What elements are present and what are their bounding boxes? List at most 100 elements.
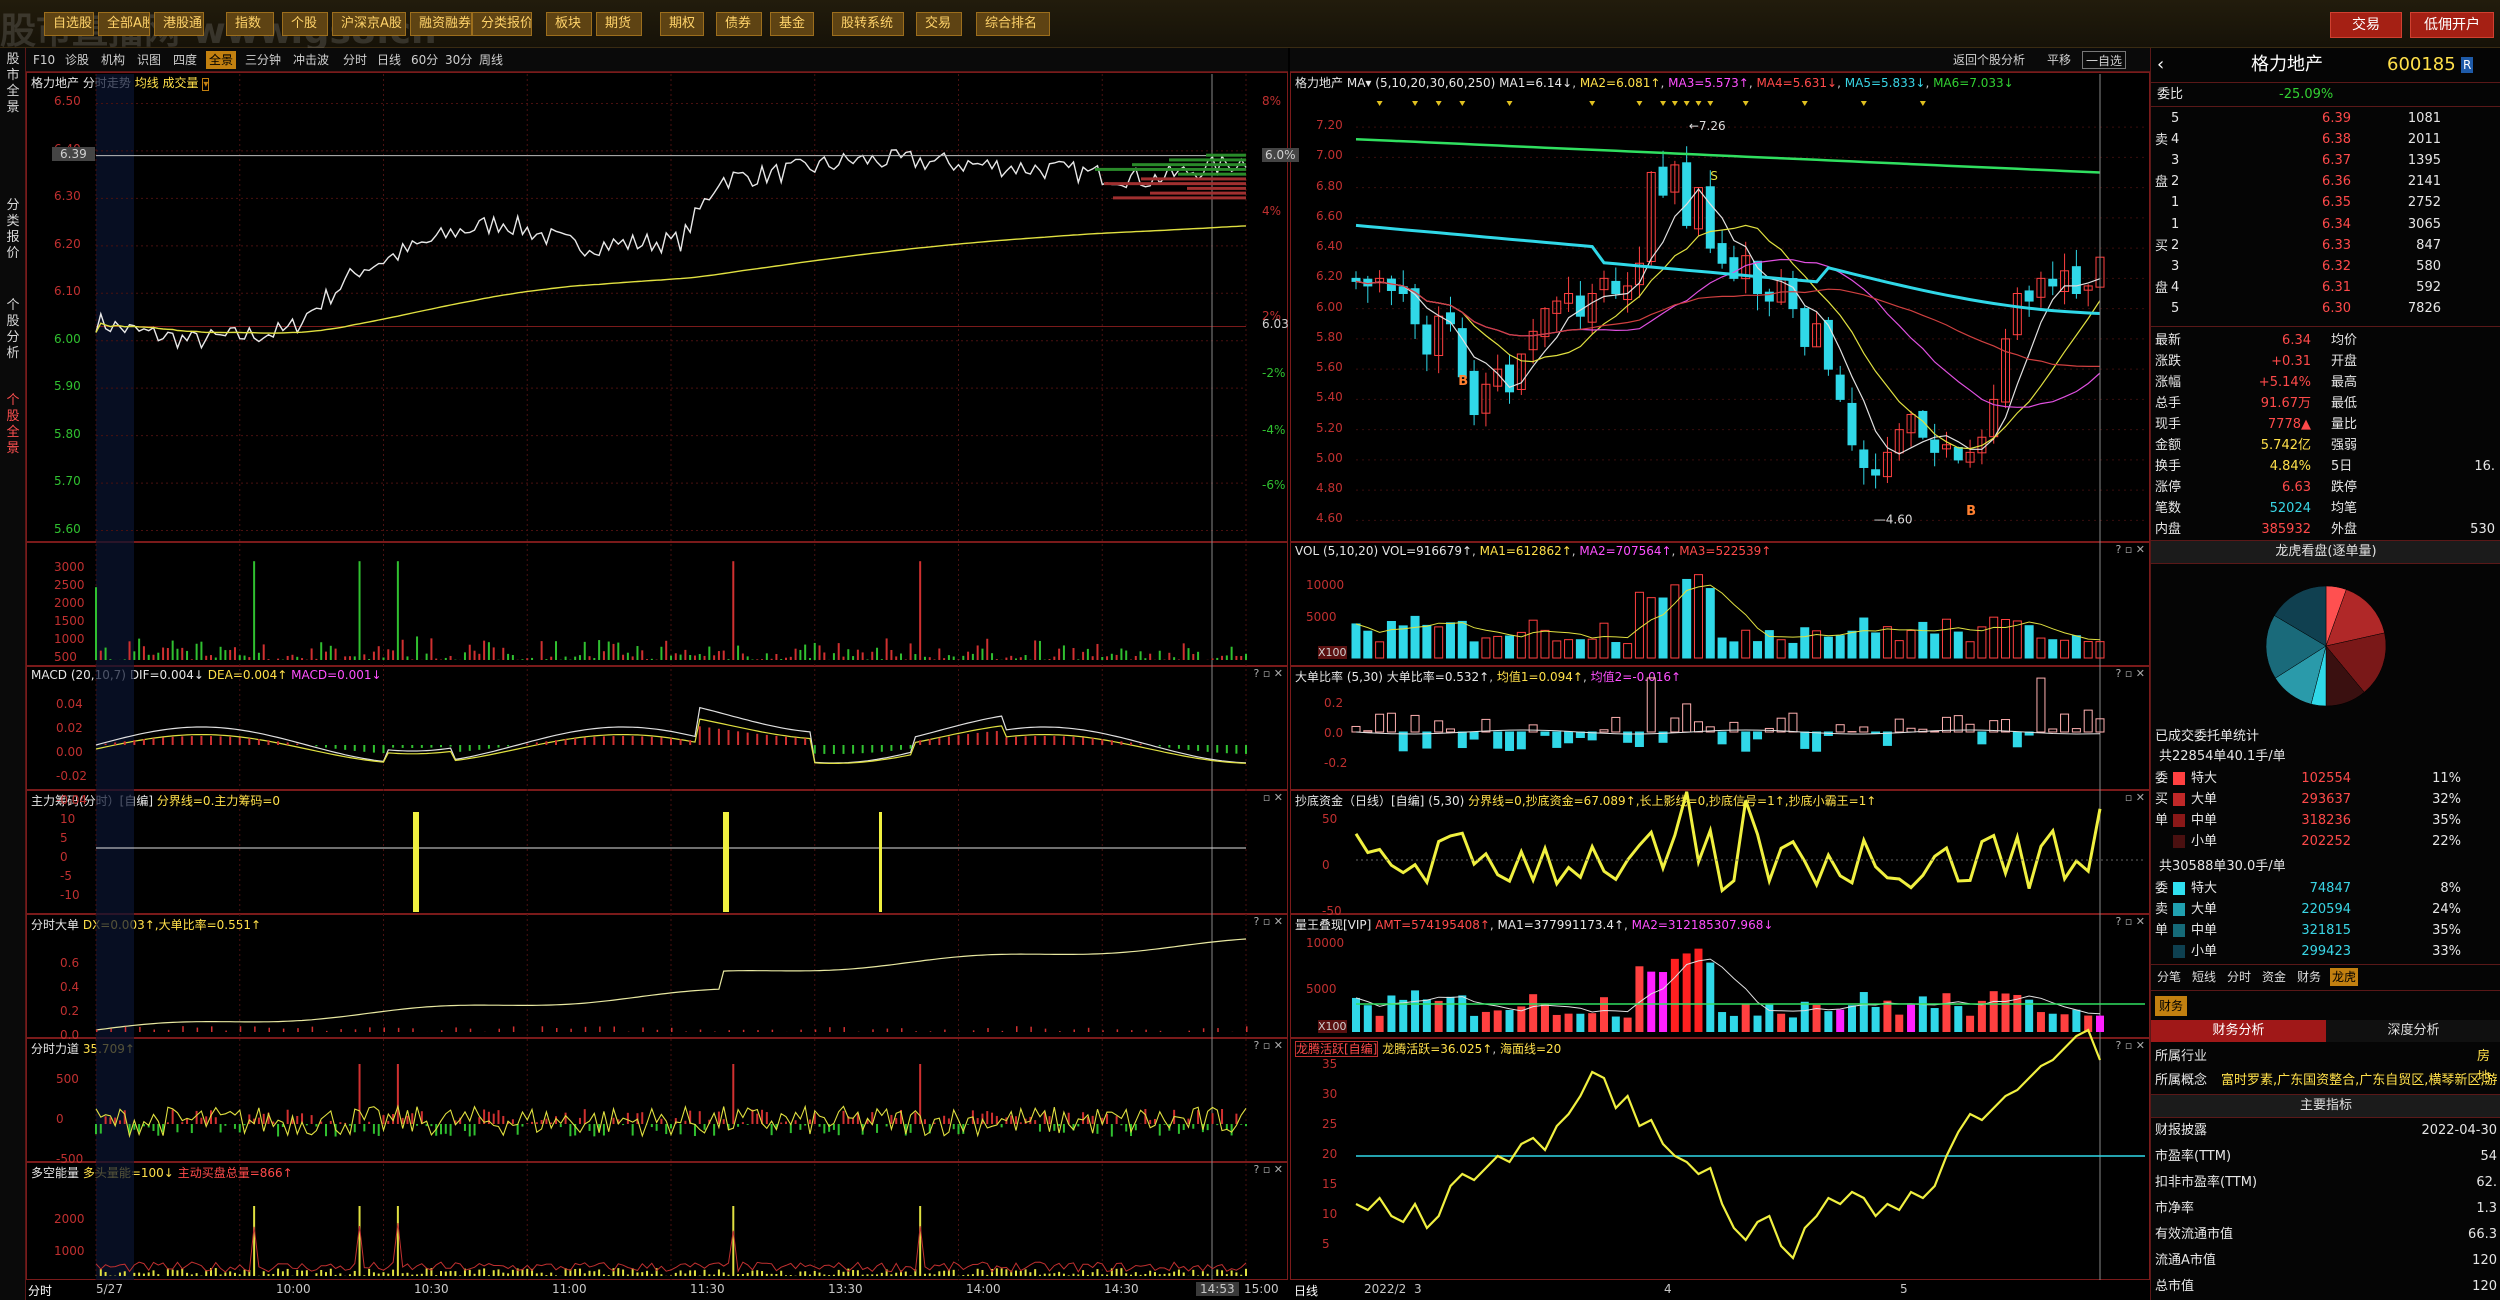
daily-bottom-tab[interactable]: 日线 bbox=[1294, 1282, 1318, 1299]
toolbar-30min[interactable]: 30分 bbox=[442, 51, 475, 69]
info-tab-3[interactable]: 资金 bbox=[2260, 968, 2288, 986]
info-tab-1[interactable]: 短线 bbox=[2190, 968, 2218, 986]
zljm-name[interactable]: 主力筹码(分时）[自编] bbox=[31, 794, 153, 808]
top-button-12[interactable]: 基金 bbox=[770, 12, 814, 36]
top-button-1[interactable]: 全部A股 bbox=[98, 12, 150, 36]
finance-analysis-tab[interactable]: 财务分析 bbox=[2151, 1020, 2326, 1042]
left-tab-stock-analysis[interactable]: 个股分析 bbox=[3, 298, 23, 378]
vol-panel-controls[interactable]: ? ▫ ✕ bbox=[2115, 543, 2145, 556]
toolbar-f10[interactable]: F10 bbox=[30, 51, 58, 69]
fin-value: 1.3 bbox=[2476, 1201, 2497, 1216]
buy-side-label-row: 买 bbox=[2151, 236, 2500, 257]
sell-row-2: 3 6.37 1395 bbox=[2151, 150, 2500, 171]
ddbl-panel-controls[interactable]: ? ▫ ✕ bbox=[2115, 667, 2145, 680]
toolbar-institution[interactable]: 机构 bbox=[98, 51, 128, 69]
price-label-5: 6.00 bbox=[54, 331, 81, 346]
buy-price: 6.30 bbox=[2322, 301, 2351, 316]
macd-label-3: -0.02 bbox=[56, 769, 88, 783]
top-button-13[interactable]: 股转系统 bbox=[832, 12, 904, 36]
toolbar-intraday[interactable]: 分时 bbox=[340, 51, 370, 69]
info-tab-4[interactable]: 财务 bbox=[2295, 968, 2323, 986]
info-tab-0[interactable]: 分笔 bbox=[2155, 968, 2183, 986]
zljm-panel-controls[interactable]: ▫ ✕ bbox=[1263, 791, 1283, 804]
lthy-name[interactable]: 龙腾活跃[自编] bbox=[1295, 1041, 1379, 1057]
margin-badge-icon[interactable]: R bbox=[2461, 57, 2474, 73]
deep-analysis-tab[interactable]: 深度分析 bbox=[2326, 1020, 2500, 1042]
fsld-label-1: 0 bbox=[56, 1112, 64, 1126]
ddbl-mean1: 均值1=0.094↑ bbox=[1496, 670, 1583, 684]
toolbar-three-min[interactable]: 三分钟 bbox=[242, 51, 284, 69]
fsld-panel-controls[interactable]: ? ▫ ✕ bbox=[1253, 1039, 1283, 1052]
macd-panel-controls[interactable]: ? ▫ ✕ bbox=[1253, 667, 1283, 680]
stat-row-4: 现手 7778▲ 量比 bbox=[2151, 414, 2500, 435]
top-button-2[interactable]: 港股通 bbox=[154, 12, 204, 36]
open-account-button[interactable]: 低佣开户 bbox=[2410, 12, 2494, 38]
trade-button[interactable]: 交易 bbox=[2330, 12, 2402, 38]
top-button-8[interactable]: 板块 bbox=[546, 12, 592, 36]
top-button-3[interactable]: 指数 bbox=[226, 12, 274, 36]
top-button-11[interactable]: 债券 bbox=[716, 12, 762, 36]
price-label-4: 6.10 bbox=[54, 284, 81, 299]
top-button-6[interactable]: 融资融券 bbox=[410, 12, 472, 36]
toolbar-diagnose[interactable]: 诊股 bbox=[62, 51, 92, 69]
top-button-0[interactable]: 自选股 bbox=[44, 12, 94, 36]
left-tab-stock-overview[interactable]: 个股全景 bbox=[3, 393, 23, 473]
stat-key2: 开盘 bbox=[2331, 354, 2358, 369]
macd-name[interactable]: MACD bbox=[31, 668, 67, 682]
toolbar-weekly[interactable]: 周线 bbox=[476, 51, 506, 69]
toolbar-fourdegree[interactable]: 四度 bbox=[170, 51, 200, 69]
left-tab-market[interactable]: 股市全景 bbox=[3, 52, 23, 152]
dkl-panel-controls[interactable]: ? ▫ ✕ bbox=[1253, 1163, 1283, 1176]
toolbar-60min[interactable]: 60分 bbox=[408, 51, 441, 69]
ddbl-name[interactable]: 大单比率 bbox=[1295, 670, 1343, 684]
fsld-name[interactable]: 分时力道 bbox=[31, 1042, 79, 1056]
top-button-4[interactable]: 个股 bbox=[282, 12, 328, 36]
time-label-1: 10:00 bbox=[276, 1282, 311, 1296]
vol-name[interactable]: VOL bbox=[1295, 544, 1319, 558]
intraday-dropdown-icon[interactable]: ▾ bbox=[202, 78, 210, 91]
dkl-v1: 多头量能=100↓ bbox=[82, 1166, 174, 1180]
lthy-panel-controls[interactable]: ? ▫ ✕ bbox=[2115, 1039, 2145, 1052]
back-chevron-icon[interactable]: ‹ bbox=[2157, 50, 2164, 80]
cdzj-panel-controls[interactable]: ▫ ✕ bbox=[2125, 791, 2145, 804]
buy-side-char: 单 bbox=[2155, 813, 2169, 828]
back-to-analysis-button[interactable]: 返回个股分析 bbox=[1950, 51, 2028, 69]
toolbar-shockwave[interactable]: 冲击波 bbox=[290, 51, 332, 69]
intraday-bottom-tab[interactable]: 分时 bbox=[28, 1282, 52, 1299]
top-button-10[interactable]: 期权 bbox=[660, 12, 704, 36]
lwdx-panel-controls[interactable]: ? ▫ ✕ bbox=[2115, 915, 2145, 928]
top-button-9[interactable]: 期货 bbox=[596, 12, 642, 36]
info-tab-5[interactable]: 龙虎 bbox=[2330, 968, 2359, 986]
toolbar-daily[interactable]: 日线 bbox=[374, 51, 404, 69]
toolbar-panorama[interactable]: 全景 bbox=[206, 51, 237, 69]
time-label-7: 14:30 bbox=[1104, 1282, 1139, 1296]
lwdx-label-0: 10000 bbox=[1306, 936, 1345, 950]
dkl-name[interactable]: 多空能量 bbox=[31, 1166, 79, 1180]
watchlist-select[interactable]: 一自选 bbox=[2082, 51, 2127, 69]
zljm-label-3: -5 bbox=[60, 869, 72, 883]
top-button-14[interactable]: 交易 bbox=[916, 12, 962, 36]
pan-button[interactable]: 平移 bbox=[2044, 51, 2074, 69]
top-button-7[interactable]: 分类报价 bbox=[472, 12, 532, 36]
fin-value: 2022-04-30 bbox=[2421, 1123, 2497, 1138]
toolbar-chart-recognize[interactable]: 识图 bbox=[134, 51, 164, 69]
sell-size-volume: 74847 bbox=[2309, 881, 2351, 896]
buy-summary-row: 共22854单40.1手/单 bbox=[2151, 746, 2500, 767]
fsdd-name[interactable]: 分时大单 bbox=[31, 918, 79, 932]
price-label-3: 6.20 bbox=[54, 236, 81, 251]
buy-size-pct: 22% bbox=[2432, 834, 2461, 849]
time-label-3: 11:00 bbox=[552, 1282, 587, 1296]
cdzj-value: 分界线=0,抄底资金=67.089↑,长上影线=0,抄底信号=1↑,抄底小霸王=… bbox=[1468, 794, 1877, 808]
fin-row-5: 流通A市值 120 bbox=[2151, 1250, 2500, 1271]
lwdx-name[interactable]: 量王叠现[VIP] bbox=[1295, 918, 1371, 932]
info-tab-2[interactable]: 分时 bbox=[2225, 968, 2253, 986]
sell-row-0: 5 6.39 1081 bbox=[2151, 108, 2500, 129]
top-button-15[interactable]: 综合排名 bbox=[976, 12, 1050, 36]
fsdd-panel-controls[interactable]: ? ▫ ✕ bbox=[1253, 915, 1283, 928]
left-tab-classify[interactable]: 分类报价 bbox=[3, 198, 23, 278]
buy-price: 6.34 bbox=[2322, 217, 2351, 232]
top-button-5[interactable]: 沪深京A股 bbox=[332, 12, 406, 36]
daily-ma-label[interactable]: MA bbox=[1347, 76, 1366, 90]
finance-tab[interactable]: 财务 bbox=[2155, 996, 2188, 1016]
cdzj-name[interactable]: 抄底资金（日线）[自编] bbox=[1295, 794, 1424, 808]
